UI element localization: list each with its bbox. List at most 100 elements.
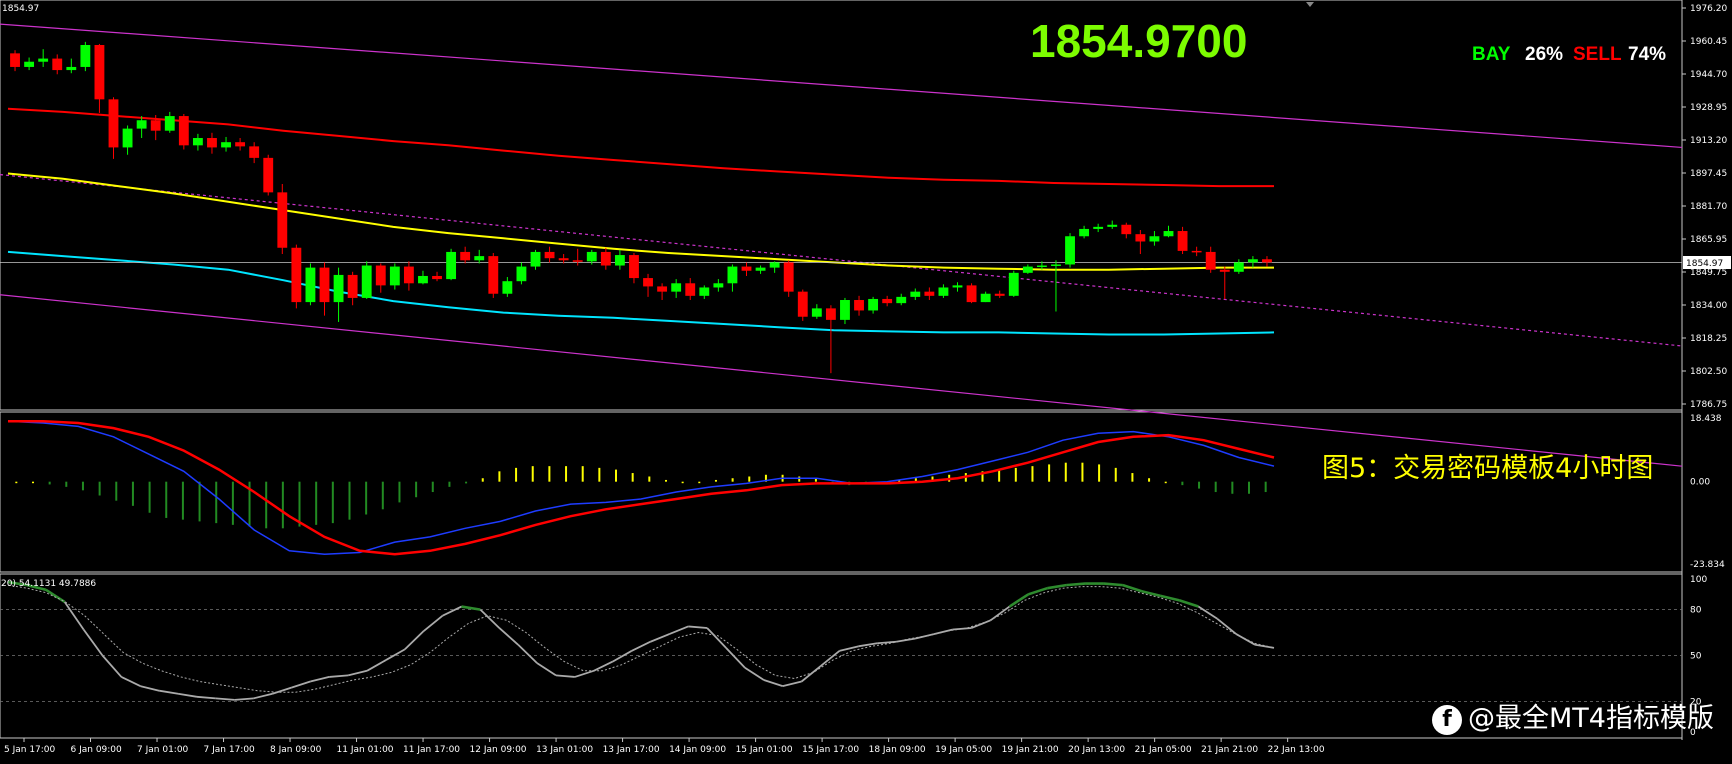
oscillator-main-segment xyxy=(140,685,160,692)
candle xyxy=(249,142,260,164)
candle xyxy=(1065,233,1075,268)
time-axis-label: 5 Jan 17:00 xyxy=(4,745,56,755)
candle-body xyxy=(221,142,231,148)
candle xyxy=(572,248,583,266)
oscillator-main-segment xyxy=(215,697,235,701)
oscillator-main-segment xyxy=(631,640,651,652)
candle-body xyxy=(755,267,766,271)
candle-body xyxy=(502,281,513,294)
oscillator-main-segment xyxy=(744,666,765,681)
candle xyxy=(178,113,189,150)
chart-shift-marker-icon[interactable] xyxy=(1306,2,1314,7)
candle xyxy=(811,304,822,319)
candle-body xyxy=(1149,236,1160,242)
candle-body xyxy=(10,53,20,67)
candle xyxy=(699,285,710,299)
oscillator-main-segment xyxy=(234,697,254,701)
oscillator-main-segment xyxy=(612,650,632,663)
candle xyxy=(840,297,850,325)
candle xyxy=(235,138,246,151)
price-axis-label: 1881.70 xyxy=(1690,202,1727,212)
candle-body xyxy=(685,283,696,296)
time-axis-label: 15 Jan 17:00 xyxy=(802,745,859,755)
candle-body xyxy=(1008,272,1019,296)
candle xyxy=(1205,246,1216,273)
candle xyxy=(488,252,499,298)
candle xyxy=(291,244,302,309)
candle-body xyxy=(178,116,189,146)
candle xyxy=(713,279,724,292)
candle xyxy=(1135,229,1146,255)
candle-body xyxy=(1093,226,1104,229)
time-axis-label: 12 Jan 09:00 xyxy=(470,745,527,755)
candle-body xyxy=(713,283,724,288)
oscillator-main-segment xyxy=(253,692,273,700)
candle-body xyxy=(80,44,91,67)
moving-average-2 xyxy=(7,172,1274,271)
candle xyxy=(952,282,963,292)
candle xyxy=(80,41,91,72)
macd-line-2 xyxy=(8,419,1275,556)
candle-body xyxy=(910,291,921,297)
macd-axis-label: -23.834 xyxy=(1690,560,1725,570)
candle xyxy=(1219,266,1230,299)
candle-body xyxy=(150,120,161,131)
candle xyxy=(1079,225,1090,239)
oscillator-main-segment xyxy=(196,695,216,700)
candle-body xyxy=(389,266,400,286)
oscillator-axis-label: 80 xyxy=(1690,606,1702,616)
price-axis-label: 1849.75 xyxy=(1690,268,1727,278)
chart-canvas[interactable]: 1976.20 1960.45 1944.70 1928.95 1913.20 1897.… xyxy=(0,0,1732,760)
candle-body xyxy=(66,66,77,71)
oscillator-signal-line xyxy=(7,584,1275,693)
oscillator-main-segment xyxy=(461,605,481,611)
candle-body xyxy=(572,260,583,262)
candle xyxy=(1149,231,1160,246)
channel-line-1 xyxy=(0,23,1683,149)
moving-average-3 xyxy=(7,250,1275,336)
candle-body xyxy=(614,255,625,266)
candle-body xyxy=(966,285,977,303)
candle xyxy=(882,295,893,307)
macd-line-1 xyxy=(7,420,1275,555)
candle xyxy=(783,260,794,297)
candle-body xyxy=(530,251,541,267)
candle xyxy=(24,57,35,71)
candle-body xyxy=(1022,266,1033,273)
candle xyxy=(1233,259,1244,274)
candle-body xyxy=(699,287,710,296)
candle-body xyxy=(319,267,330,303)
candle xyxy=(938,284,949,298)
candle-body xyxy=(52,58,63,71)
candle xyxy=(432,271,442,282)
candle-body xyxy=(1163,231,1174,237)
candle-body xyxy=(854,300,864,311)
candle xyxy=(207,132,217,154)
oscillator-main-segment xyxy=(725,647,746,669)
oscillator-main-segment xyxy=(952,627,972,631)
candle xyxy=(530,249,541,270)
time-axis-label: 13 Jan 17:00 xyxy=(603,745,660,755)
candle xyxy=(629,252,639,284)
candle-body xyxy=(882,298,893,304)
header-price: 1854.97 xyxy=(2,4,39,14)
watermark-text: @最全MT4指标模版 xyxy=(1468,703,1714,734)
candle-body xyxy=(1262,259,1272,263)
price-axis-label: 1897.45 xyxy=(1690,169,1727,179)
oscillator-main-segment xyxy=(517,644,538,664)
candle xyxy=(108,97,119,159)
candle-body xyxy=(347,274,358,298)
oscillator-main-segment xyxy=(159,689,179,695)
candle xyxy=(685,278,696,301)
mt4-chart-window[interactable]: 1976.20 1960.45 1944.70 1928.95 1913.20 1897.… xyxy=(0,0,1732,760)
candle-body xyxy=(108,99,119,148)
sell-label: SELL xyxy=(1573,44,1622,65)
candle-body xyxy=(38,58,49,62)
oscillator-main-segment xyxy=(895,637,916,643)
oscillator-main-segment xyxy=(423,615,444,632)
candle-body xyxy=(1233,262,1244,272)
oscillator-axis-label: 100 xyxy=(1690,575,1707,585)
candle-body xyxy=(460,251,471,261)
candle xyxy=(1121,222,1132,239)
candle xyxy=(263,154,274,196)
